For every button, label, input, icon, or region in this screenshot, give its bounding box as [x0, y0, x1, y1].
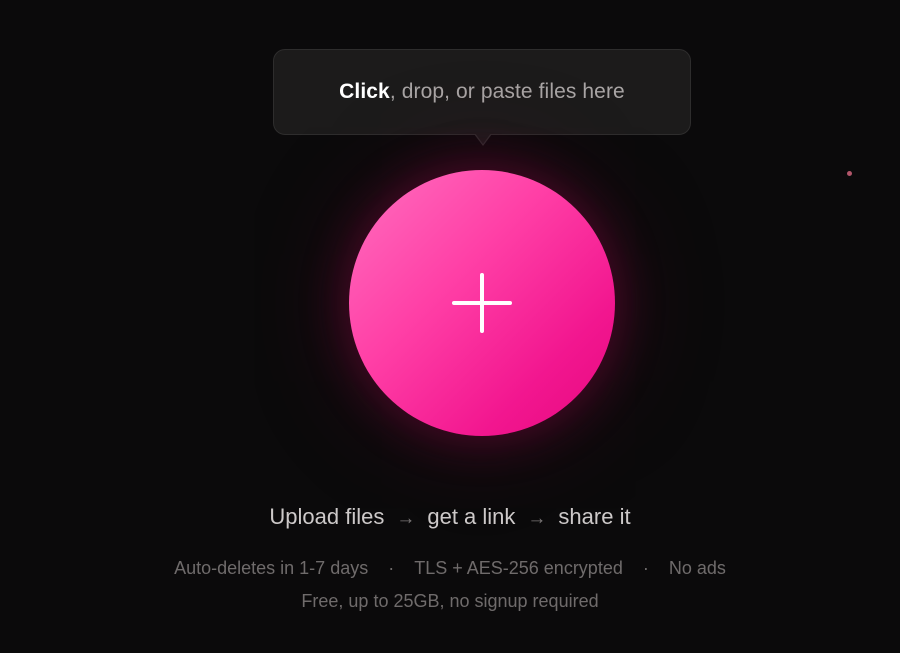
step-upload-files: Upload files [269, 504, 385, 529]
steps-line: Upload files → get a link → share it [0, 504, 900, 530]
arrow-right-icon: → [396, 508, 416, 529]
features-line: Auto-deletes in 1-7 days · TLS + AES-256 e… [0, 558, 900, 579]
feature-auto-delete: Auto-deletes in 1-7 days [174, 558, 369, 578]
decorative-dot [847, 171, 852, 176]
tooltip-text: , drop, or paste files here [389, 80, 625, 103]
arrow-right-icon: → [527, 508, 547, 529]
feature-no-ads: No ads [668, 558, 726, 578]
separator-dot: · [388, 558, 395, 578]
upload-button[interactable] [349, 170, 615, 436]
plus-icon [452, 273, 512, 333]
tooltip-bold-text: Click [339, 80, 390, 103]
pricing-note: Free, up to 25GB, no signup required [301, 591, 599, 611]
separator-dot: · [642, 558, 649, 578]
upload-hint-tooltip: Click, drop, or paste files here [273, 49, 691, 135]
feature-encryption: TLS + AES-256 encrypted [414, 558, 623, 578]
tooltip-arrow-inner [475, 133, 491, 144]
step-get-link: get a link [427, 504, 516, 529]
upload-page: Click, drop, or paste files here Upload … [0, 0, 900, 653]
step-share-it: share it [558, 504, 631, 529]
